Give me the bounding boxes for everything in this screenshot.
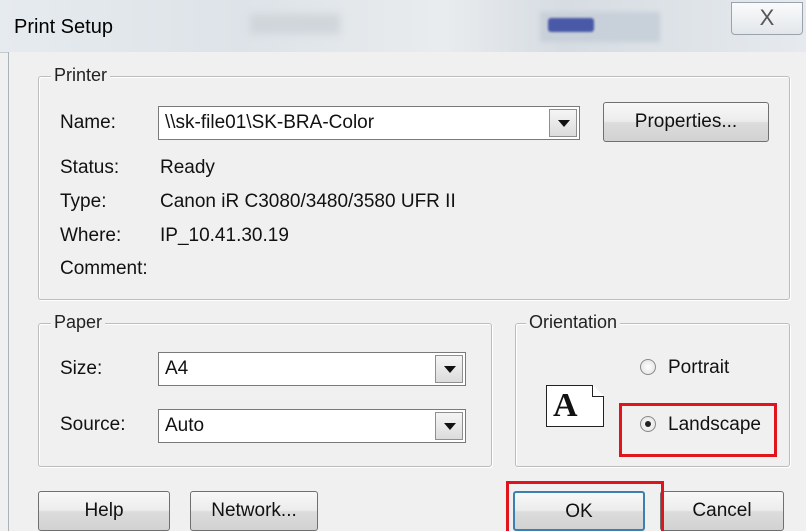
type-label: Type: bbox=[60, 191, 107, 212]
status-label: Status: bbox=[60, 157, 120, 178]
chevron-down-icon[interactable] bbox=[549, 109, 577, 137]
cancel-button[interactable]: Cancel bbox=[660, 491, 784, 531]
paper-size-value: A4 bbox=[165, 358, 189, 379]
where-label: Where: bbox=[60, 225, 122, 246]
source-label: Source: bbox=[60, 414, 126, 435]
portrait-label[interactable]: Portrait bbox=[668, 357, 729, 379]
paper-group-label: Paper bbox=[51, 312, 106, 333]
paper-size-dropdown[interactable]: A4 bbox=[158, 352, 466, 386]
printer-name-value: \\sk-file01\SK-BRA-Color bbox=[165, 112, 375, 133]
chevron-down-icon[interactable] bbox=[435, 412, 463, 440]
landscape-page-icon: A bbox=[546, 385, 604, 427]
orientation-group-label: Orientation bbox=[526, 312, 621, 333]
ok-highlight-box bbox=[506, 481, 664, 531]
chevron-down-icon[interactable] bbox=[435, 355, 463, 383]
type-value: Canon iR C3080/3480/3580 UFR II bbox=[160, 191, 456, 212]
status-value: Ready bbox=[160, 157, 215, 178]
orientation-icon-letter: A bbox=[553, 387, 578, 424]
close-button[interactable]: X bbox=[731, 2, 803, 35]
network-button[interactable]: Network... bbox=[190, 491, 318, 531]
printer-name-dropdown[interactable]: \\sk-file01\SK-BRA-Color bbox=[158, 106, 580, 140]
name-label: Name: bbox=[60, 112, 116, 133]
comment-label: Comment: bbox=[60, 258, 148, 279]
size-label: Size: bbox=[60, 358, 103, 379]
close-icon: X bbox=[759, 5, 775, 30]
window-title: Print Setup bbox=[14, 16, 113, 38]
portrait-radio[interactable] bbox=[640, 359, 656, 375]
paper-source-value: Auto bbox=[165, 415, 205, 436]
paper-source-dropdown[interactable]: Auto bbox=[158, 409, 466, 443]
properties-button[interactable]: Properties... bbox=[603, 102, 769, 142]
landscape-highlight-box bbox=[619, 403, 777, 457]
background-blur bbox=[250, 14, 340, 34]
printer-group-label: Printer bbox=[51, 65, 111, 86]
where-value: IP_10.41.30.19 bbox=[160, 225, 289, 246]
background-blur bbox=[548, 18, 594, 32]
title-bar: Print Setup X bbox=[0, 0, 806, 53]
paper-group: Paper bbox=[38, 312, 492, 467]
help-button[interactable]: Help bbox=[38, 491, 170, 531]
